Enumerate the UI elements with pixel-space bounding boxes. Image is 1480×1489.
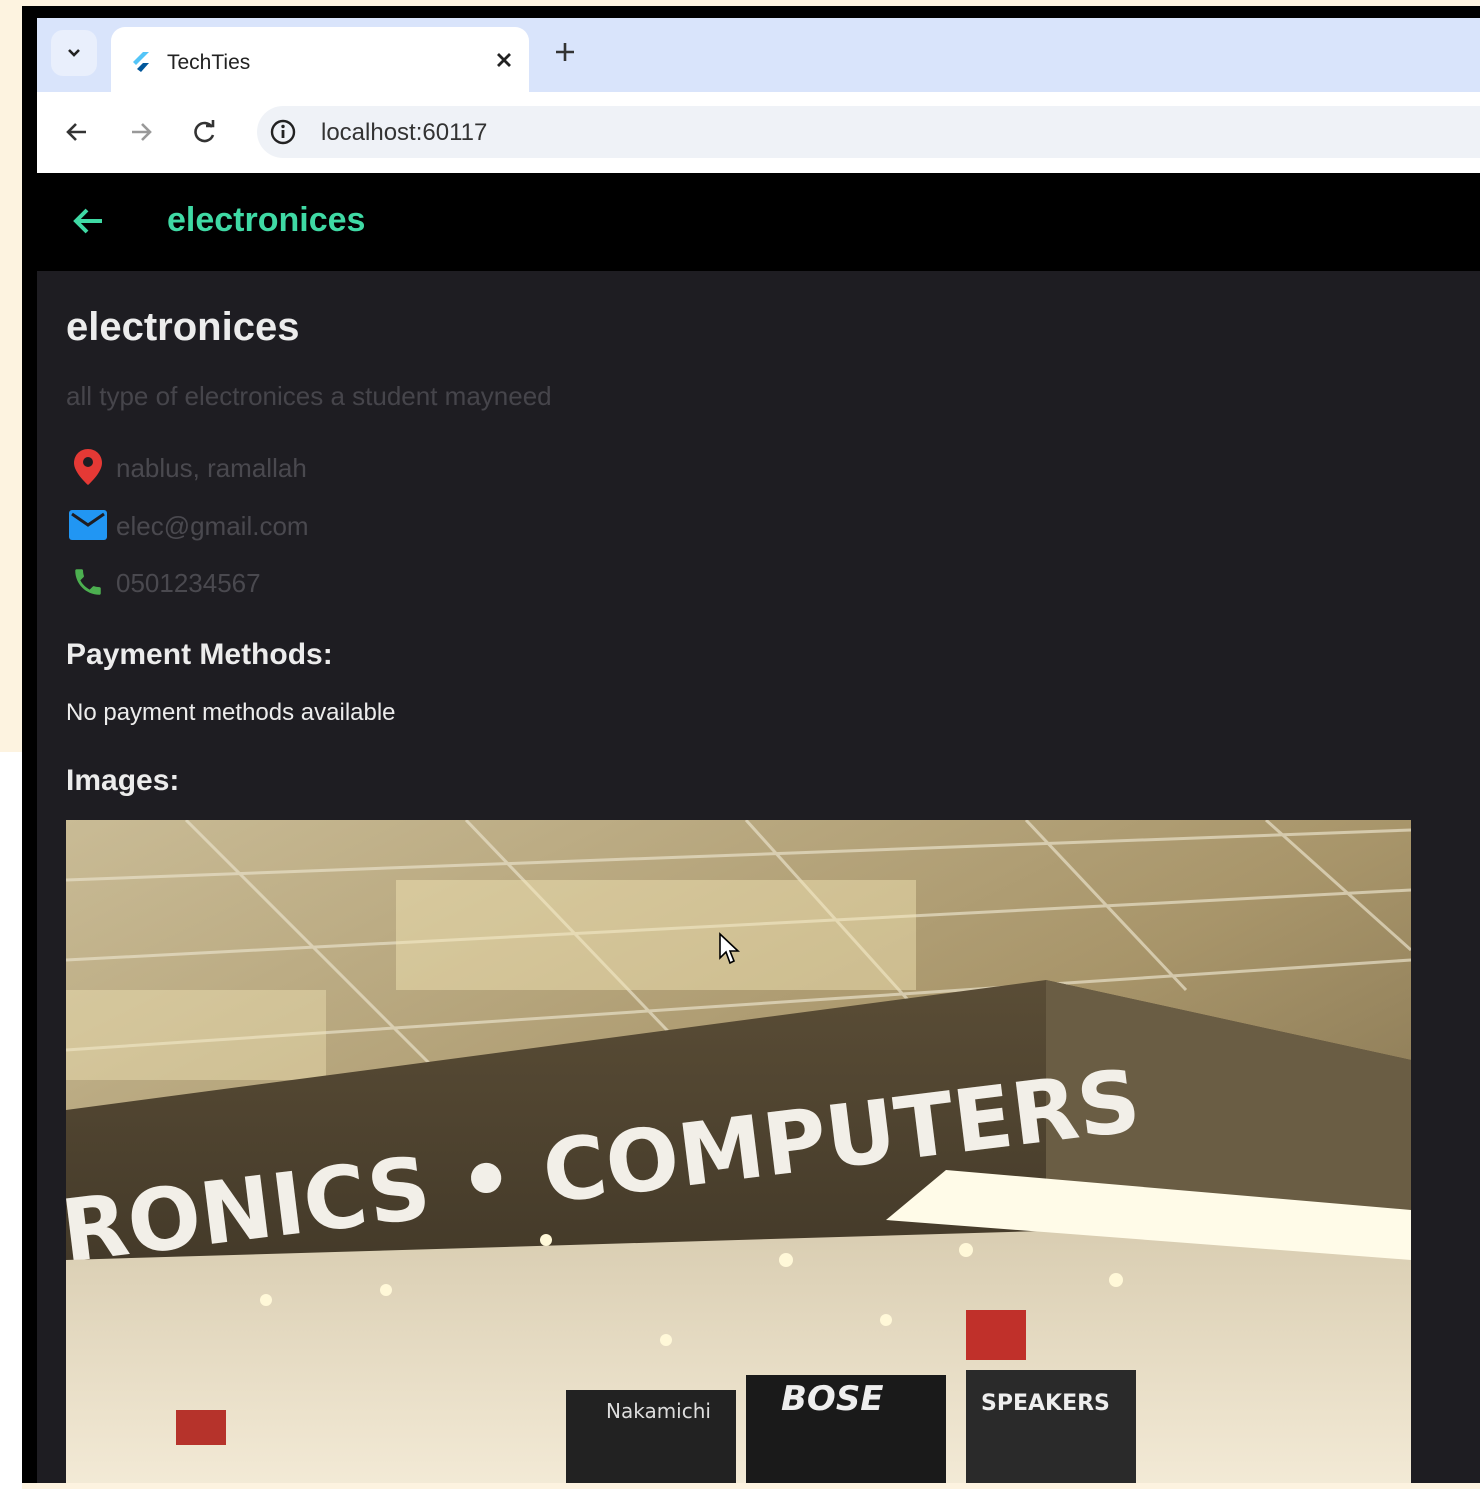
no-payment-methods-text: No payment methods available [66, 699, 396, 726]
tab-search-button[interactable] [51, 30, 97, 76]
tab-title: TechTies [167, 51, 251, 74]
new-tab-button[interactable] [547, 34, 583, 70]
arrow-back-icon [66, 123, 86, 141]
phone-icon [75, 569, 101, 595]
back-button[interactable] [57, 112, 97, 152]
flutter-icon [133, 52, 149, 72]
url-text: localhost:60117 [321, 119, 488, 146]
reload-button[interactable] [185, 112, 225, 152]
store-phone: 0501234567 [116, 568, 261, 598]
mouse-cursor-icon [719, 932, 740, 965]
chevron-down-icon [68, 49, 80, 57]
store-name: electronices [66, 305, 300, 349]
forward-button[interactable] [121, 112, 161, 152]
store-image[interactable]: RONICS • COMPUTERS Nakamichi BOSE SPEAKE… [66, 820, 1411, 1483]
browser-tab[interactable]: TechTies [111, 27, 529, 92]
location-pin-icon [74, 449, 102, 485]
info-icon[interactable] [269, 118, 297, 146]
arrow-forward-icon [132, 123, 152, 141]
browser-window: TechTies localhost:60117 [37, 18, 1480, 173]
booth-label-speakers: SPEAKERS [981, 1391, 1110, 1416]
app-bar-title: electronices [167, 201, 366, 239]
tab-strip: TechTies [37, 18, 1480, 92]
store-photo-illustration: RONICS • COMPUTERS Nakamichi BOSE SPEAKE… [66, 820, 1411, 1483]
store-email: elec@gmail.com [116, 511, 309, 541]
store-description: all type of electronices a student mayne… [66, 381, 552, 411]
booth-label-nakamichi: Nakamichi [606, 1399, 711, 1423]
email-icon [69, 510, 107, 540]
images-heading: Images: [66, 764, 180, 797]
tab-close-button[interactable] [489, 45, 519, 75]
booth-label-bose: BOSE [781, 1379, 884, 1419]
close-icon [497, 53, 511, 67]
payment-methods-heading: Payment Methods: [66, 638, 333, 671]
plus-icon [556, 43, 574, 61]
reload-icon [194, 120, 215, 143]
arrow-back-icon[interactable] [70, 203, 106, 239]
page-background-edge [0, 752, 22, 1489]
app-bar: electronices [37, 173, 1480, 271]
store-details: electronices all type of electronices a … [37, 271, 1480, 1483]
browser-toolbar: localhost:60117 [37, 92, 1480, 173]
store-location: nablus, ramallah [116, 453, 307, 483]
address-bar[interactable]: localhost:60117 [257, 106, 1480, 158]
